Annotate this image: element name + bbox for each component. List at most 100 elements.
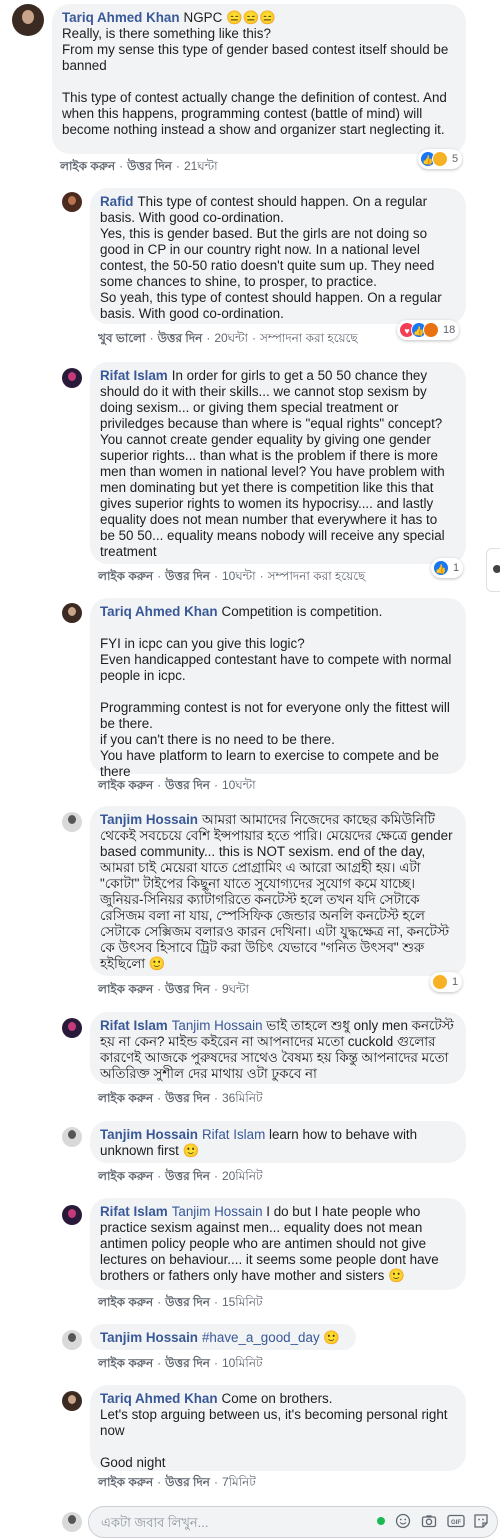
comment-actions: খুব ভালো · উত্তর দিন · 20ঘন্টা · সম্পাদনা করা … — [98, 331, 358, 345]
comment-bubble: Tariq Ahmed Khan NGPC 😑😑😑 Really, is ther… — [52, 4, 466, 154]
comment-author[interactable]: Tanjim Hossain — [100, 1330, 198, 1345]
comment-author[interactable]: Tariq Ahmed Khan — [62, 10, 180, 25]
reply-button[interactable]: উত্তর দিন — [158, 331, 203, 345]
comment-actions: লাইক করুন · উত্তর দিন · 10ঘন্টা — [98, 778, 256, 792]
reply-button[interactable]: উত্তর দিন — [165, 1475, 210, 1489]
smile-icon[interactable] — [395, 1513, 411, 1529]
avatar[interactable] — [62, 1330, 82, 1350]
comment-text: Tariq Ahmed Khan Come on brothers. Let's … — [100, 1391, 448, 1438]
comment-text: Tanjim Hossain আমরা আমাদের নিজেদের কাছের … — [100, 812, 453, 971]
comment-actions: লাইক করুন · উত্তর দিন · 21ঘন্টা — [60, 159, 218, 173]
camera-icon[interactable] — [421, 1513, 437, 1529]
avatar[interactable] — [12, 4, 44, 36]
like-button[interactable]: লাইক করুন — [60, 159, 115, 173]
comment-author[interactable]: Tariq Ahmed Khan — [100, 1391, 218, 1406]
reply-button[interactable]: উত্তর দিন — [165, 1091, 210, 1105]
reaction-count: 1 — [452, 976, 459, 988]
comment-actions: লাইক করুন · উত্তর দিন · 10ঘন্টা · সম্পাদনা করা… — [98, 569, 366, 583]
comment-bubble: Tanjim Hossain #have_a_good_day 🙂 — [90, 1324, 356, 1350]
like-button[interactable]: লাইক করুন — [98, 1169, 153, 1183]
timestamp[interactable]: 21ঘন্টা — [184, 159, 218, 173]
reply-button[interactable]: উত্তর দিন — [165, 1295, 210, 1309]
timestamp[interactable]: 20ঘন্টা — [214, 331, 248, 345]
comment-actions: লাইক করুন · উত্তর দিন · 9ঘন্টা — [98, 982, 249, 996]
comment-bubble: Rifat Islam Tanjim Hossain ভাই তাহলে শুধু… — [90, 1012, 466, 1084]
comment-bubble: Rifat Islam In order for girls to get a 5… — [90, 362, 466, 564]
like-button[interactable]: লাইক করুন — [98, 778, 153, 792]
avatar[interactable] — [62, 368, 82, 388]
reaction-summary[interactable]: 1 — [430, 972, 463, 992]
comment-actions: লাইক করুন · উত্তর দিন · 7মিনিট — [98, 1475, 256, 1489]
comment-text: Rifat Islam Tanjim Hossain ভাই তাহলে শুধু… — [100, 1018, 454, 1081]
avatar[interactable] — [62, 1205, 82, 1225]
comment-text: Tanjim Hossain #have_a_good_day 🙂 — [100, 1330, 341, 1345]
comment-author[interactable]: Tanjim Hossain — [100, 812, 198, 827]
comment-text: Rifat Islam Tanjim Hossain I do but I hat… — [100, 1204, 439, 1283]
timestamp[interactable]: 10মিনিট — [222, 1356, 263, 1370]
like-button[interactable]: লাইক করুন — [98, 1475, 153, 1489]
reply-button[interactable]: উত্তর দিন — [127, 159, 172, 173]
comment-author[interactable]: Rifat Islam — [100, 1204, 168, 1219]
timestamp[interactable]: 7মিনিট — [222, 1475, 256, 1489]
avatar[interactable] — [62, 812, 82, 832]
comment-author[interactable]: Rifat Islam — [100, 1018, 168, 1033]
avatar[interactable] — [62, 1018, 82, 1038]
like-button[interactable]: লাইক করুন — [98, 982, 153, 996]
reaction-summary[interactable]: 👍 5 — [418, 149, 463, 169]
comment-text: Rifat Islam In order for girls to get a 5… — [100, 368, 445, 559]
like-button[interactable]: লাইক করুন — [98, 569, 153, 583]
sticker-icon[interactable] — [473, 1513, 489, 1529]
mention-link[interactable]: Tanjim Hossain — [172, 1204, 263, 1219]
comment-actions: লাইক করুন · উত্তর দিন · 15মিনিট — [98, 1295, 263, 1309]
reply-button[interactable]: উত্তর দিন — [165, 1169, 210, 1183]
timestamp[interactable]: 36মিনিট — [222, 1091, 263, 1105]
timestamp[interactable]: 20মিনিট — [222, 1169, 263, 1183]
comment-bubble: Tanjim Hossain আমরা আমাদের নিজেদের কাছের … — [90, 806, 466, 976]
like-button[interactable]: লাইক করুন — [98, 1356, 153, 1370]
timestamp[interactable]: 10ঘন্টা — [222, 569, 256, 583]
edited-label[interactable]: সম্পাদনা করা হয়েছে — [260, 331, 358, 345]
edited-label[interactable]: সম্পাদনা করা হয়েছে — [268, 569, 366, 583]
love-button[interactable]: খুব ভালো — [98, 331, 146, 345]
comment-author[interactable]: Tariq Ahmed Khan — [100, 604, 218, 619]
reply-button[interactable]: উত্তর দিন — [165, 1356, 210, 1370]
avatar[interactable] — [62, 192, 82, 212]
comment-author[interactable]: Tanjim Hossain — [100, 1127, 198, 1142]
mention-link[interactable]: Rifat Islam — [202, 1127, 265, 1142]
reply-button[interactable]: উত্তর দিন — [165, 982, 210, 996]
comment-author[interactable]: Rafid — [100, 194, 133, 209]
timestamp[interactable]: 15মিনিট — [222, 1295, 263, 1309]
avatar[interactable] — [62, 1391, 82, 1411]
reply-input[interactable]: একটা জবাব লিখুন... GIF — [88, 1506, 498, 1538]
timestamp[interactable]: 10ঘন্টা — [222, 778, 256, 792]
like-button[interactable]: লাইক করুন — [98, 1295, 153, 1309]
reaction-count: 18 — [443, 324, 456, 336]
reaction-summary[interactable]: 👍 1 — [431, 558, 464, 578]
gif-icon[interactable]: GIF — [447, 1513, 465, 1529]
like-button[interactable]: লাইক করুন — [98, 1091, 153, 1105]
comment-bubble: Rifat Islam Tanjim Hossain I do but I hat… — [90, 1198, 466, 1290]
comment-bubble: Tariq Ahmed Khan Come on brothers. Let's … — [90, 1385, 466, 1471]
comment-text: Tariq Ahmed Khan Competition is competiti… — [100, 604, 383, 619]
reaction-summary[interactable]: ♥ 👍 18 — [397, 320, 460, 340]
avatar[interactable] — [62, 1127, 82, 1147]
reaction-count: 5 — [452, 153, 459, 165]
comment-bubble: Rafid This type of contest should happen.… — [90, 188, 466, 324]
comment-text: Tanjim Hossain Rifat Islam learn how to b… — [100, 1127, 418, 1158]
comment-text: This type of contest actually change the… — [62, 90, 447, 137]
composer-icons: GIF — [377, 1513, 489, 1529]
mention-link[interactable]: Tanjim Hossain — [172, 1018, 263, 1033]
side-chat-tab[interactable] — [486, 548, 500, 592]
timestamp[interactable]: 9ঘন্টা — [222, 982, 249, 996]
comment-actions: লাইক করুন · উত্তর দিন · 10মিনিট — [98, 1356, 263, 1370]
reply-placeholder: একটা জবাব লিখুন... — [101, 1515, 209, 1530]
hashtag-link[interactable]: #have_a_good_day — [202, 1330, 320, 1345]
comment-bubble: Tanjim Hossain Rifat Islam learn how to b… — [90, 1121, 466, 1163]
current-user-avatar — [62, 1512, 82, 1532]
sad-reaction-icon — [432, 151, 448, 167]
reply-button[interactable]: উত্তর দিন — [165, 778, 210, 792]
chat-icon — [493, 565, 500, 573]
reply-button[interactable]: উত্তর দিন — [165, 569, 210, 583]
avatar[interactable] — [62, 603, 82, 623]
comment-author[interactable]: Rifat Islam — [100, 368, 168, 383]
